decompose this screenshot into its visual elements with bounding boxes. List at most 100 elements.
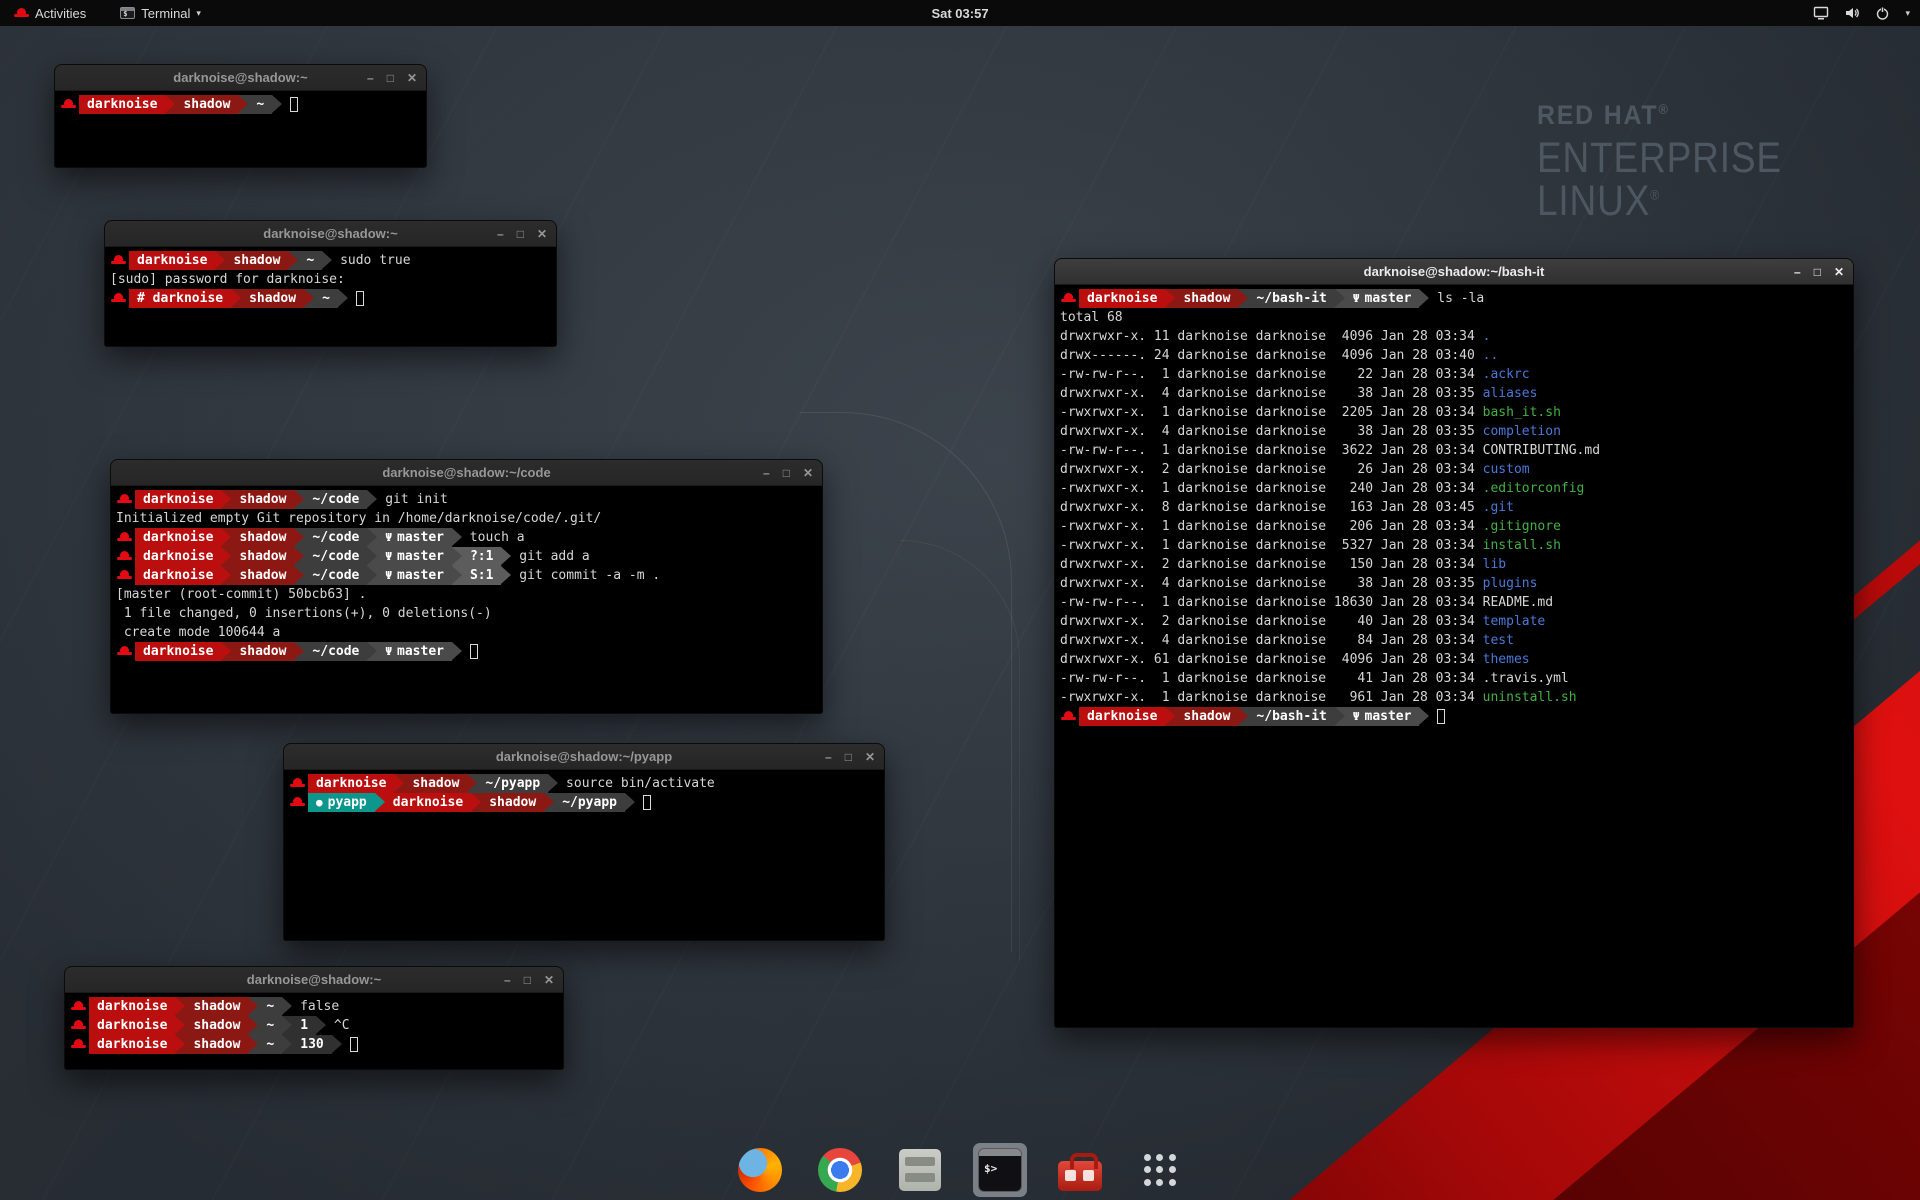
redhat-prompt-icon	[117, 645, 132, 658]
window-title: darknoise@shadow:~	[247, 972, 381, 987]
terminal-window-pyapp[interactable]: darknoise@shadow:~/pyapp – □ ✕ darknoise…	[283, 743, 885, 941]
terminal-line: drwxrwxr-x. 4 darknoise darknoise 84 Jan…	[1060, 631, 1848, 650]
terminal-line: total 68	[1060, 308, 1848, 327]
powerline-separator	[332, 1035, 342, 1054]
prompt-segment: shadow	[225, 251, 288, 270]
close-button[interactable]: ✕	[537, 228, 547, 240]
powerline-separator	[501, 547, 511, 566]
window-titlebar[interactable]: darknoise@shadow:~/pyapp – □ ✕	[284, 744, 884, 770]
output-text: total 68	[1060, 308, 1123, 327]
terminal-content[interactable]: darknoiseshadow~/code git initInitialize…	[111, 486, 822, 713]
prompt-segment: shadow	[185, 997, 248, 1016]
maximize-button[interactable]: □	[1814, 266, 1821, 278]
close-button[interactable]: ✕	[865, 751, 875, 763]
prompt-segment: shadow	[1175, 707, 1238, 726]
minimize-button[interactable]: –	[825, 751, 832, 763]
file-name: custom	[1483, 460, 1530, 479]
terminal-content[interactable]: darknoiseshadow~/bash-itΨmaster ls -lato…	[1055, 285, 1853, 1027]
app-menu-terminal[interactable]: Terminal ▾	[116, 0, 205, 26]
maximize-button[interactable]: □	[845, 751, 852, 763]
chrome-icon[interactable]	[813, 1143, 867, 1197]
powerline-separator	[294, 642, 304, 661]
powerline-separator	[394, 774, 404, 793]
terminal-window-home-1[interactable]: darknoise@shadow:~ – □ ✕ darknoiseshadow…	[54, 64, 427, 168]
powerline-separator	[1165, 289, 1175, 308]
output-text: [master (root-commit) 50bcb63] .	[116, 585, 366, 604]
files-icon[interactable]	[893, 1143, 947, 1197]
powerline-separator	[452, 528, 462, 547]
file-meta: -rwxrwxr-x. 1 darknoise darknoise 5327 J…	[1060, 536, 1483, 555]
terminal-line: darknoiseshadow~/pyapp source bin/activa…	[289, 774, 879, 793]
power-icon	[1875, 6, 1890, 21]
terminal-content[interactable]: darknoiseshadow~ sudo true[sudo] passwor…	[105, 247, 556, 346]
command-text: touch a	[462, 528, 525, 547]
terminal-line: darknoiseshadow~/codeΨmaster?:1 git add …	[116, 547, 817, 566]
app-grid-icon[interactable]	[1133, 1143, 1187, 1197]
prompt-segment: shadow	[241, 289, 304, 308]
maximize-button[interactable]: □	[783, 467, 790, 479]
powerline-separator	[471, 793, 481, 812]
prompt-segment: ~	[258, 1016, 282, 1035]
prompt-segment: shadow	[481, 793, 544, 812]
terminal-icon[interactable]: $>	[973, 1143, 1027, 1197]
window-title: darknoise@shadow:~	[263, 226, 397, 241]
terminal-line: drwxrwxr-x. 4 darknoise darknoise 38 Jan…	[1060, 422, 1848, 441]
activities-button[interactable]: Activities	[10, 0, 90, 26]
close-button[interactable]: ✕	[544, 974, 554, 986]
branch-icon: Ψ	[1353, 289, 1360, 308]
window-titlebar[interactable]: darknoise@shadow:~ – □ ✕	[65, 967, 563, 993]
powerline-separator	[175, 997, 185, 1016]
close-button[interactable]: ✕	[803, 467, 813, 479]
powerline-separator	[452, 547, 462, 566]
window-titlebar[interactable]: darknoise@shadow:~ – □ ✕	[105, 221, 556, 247]
terminal-content[interactable]: darknoiseshadow~/pyapp source bin/activa…	[284, 770, 884, 940]
terminal-line: darknoiseshadow~/code git init	[116, 490, 817, 509]
chevron-down-icon: ▾	[196, 8, 201, 19]
prompt-segment: Ψmaster	[377, 547, 452, 566]
powerline-separator	[221, 642, 231, 661]
prompt-segment: ~/code	[304, 490, 367, 509]
terminal-window-home-2[interactable]: darknoise@shadow:~ – □ ✕ darknoiseshadow…	[64, 966, 564, 1070]
maximize-button[interactable]: □	[517, 228, 524, 240]
clock[interactable]: Sat 03:57	[931, 6, 988, 21]
redhat-prompt-icon	[117, 550, 132, 563]
file-name: completion	[1483, 422, 1561, 441]
prompt-segment: darknoise	[385, 793, 471, 812]
terminal-window-bash-it[interactable]: darknoise@shadow:~/bash-it – □ ✕ darknoi…	[1054, 258, 1854, 1028]
toolbox-icon[interactable]	[1053, 1143, 1107, 1197]
file-name: .travis.yml	[1483, 669, 1569, 688]
file-meta: drwxrwxr-x. 11 darknoise darknoise 4096 …	[1060, 327, 1483, 346]
window-titlebar[interactable]: darknoise@shadow:~/code – □ ✕	[111, 460, 822, 486]
redhat-prompt-icon	[111, 292, 126, 305]
terminal-content[interactable]: darknoiseshadow~ falsedarknoiseshadow~1 …	[65, 993, 563, 1069]
close-button[interactable]: ✕	[407, 72, 417, 84]
maximize-button[interactable]: □	[387, 72, 394, 84]
terminal-app-icon	[120, 7, 135, 19]
terminal-window-sudo[interactable]: darknoise@shadow:~ – □ ✕ darknoiseshadow…	[104, 220, 557, 347]
firefox-icon[interactable]	[733, 1143, 787, 1197]
window-titlebar[interactable]: darknoise@shadow:~/bash-it – □ ✕	[1055, 259, 1853, 285]
close-button[interactable]: ✕	[1834, 266, 1844, 278]
minimize-button[interactable]: –	[504, 974, 511, 986]
powerline-separator	[221, 490, 231, 509]
minimize-button[interactable]: –	[763, 467, 770, 479]
minimize-button[interactable]: –	[1794, 266, 1801, 278]
file-name: README.md	[1483, 593, 1553, 612]
redhat-prompt-icon	[61, 98, 76, 111]
terminal-content[interactable]: darknoiseshadow~	[55, 91, 426, 167]
minimize-button[interactable]: –	[497, 228, 504, 240]
terminal-line: darknoiseshadow~/codeΨmasterS:1 git comm…	[116, 566, 817, 585]
minimize-button[interactable]: –	[367, 72, 374, 84]
powerline-separator	[367, 490, 377, 509]
terminal-line: -rw-rw-r--. 1 darknoise darknoise 22 Jan…	[1060, 365, 1848, 384]
terminal-line: -rw-rw-r--. 1 darknoise darknoise 18630 …	[1060, 593, 1848, 612]
system-status-area[interactable]: ▾	[1813, 6, 1910, 21]
redhat-prompt-icon	[71, 1019, 86, 1032]
top-bar: Activities Terminal ▾ Sat 03:57 ▾	[0, 0, 1920, 26]
maximize-button[interactable]: □	[524, 974, 531, 986]
window-titlebar[interactable]: darknoise@shadow:~ – □ ✕	[55, 65, 426, 91]
file-meta: drwxrwxr-x. 2 darknoise darknoise 40 Jan…	[1060, 612, 1483, 631]
file-meta: drwxrwxr-x. 4 darknoise darknoise 84 Jan…	[1060, 631, 1483, 650]
terminal-line: drwxrwxr-x. 2 darknoise darknoise 40 Jan…	[1060, 612, 1848, 631]
terminal-window-code[interactable]: darknoise@shadow:~/code – □ ✕ darknoises…	[110, 459, 823, 714]
